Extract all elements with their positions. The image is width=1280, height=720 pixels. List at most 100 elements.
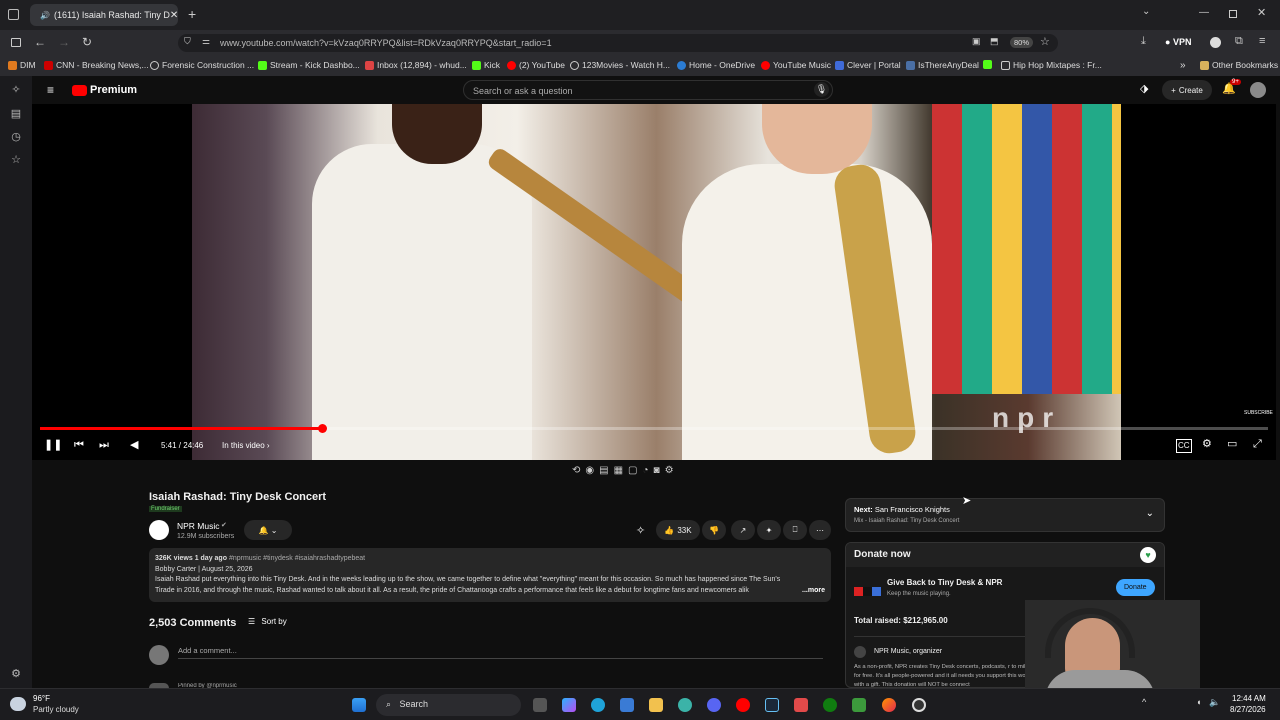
previous-icon[interactable]: ⏮	[74, 439, 84, 451]
donate-button[interactable]: Donate	[1116, 579, 1155, 596]
playlist-icon[interactable]: ▤	[599, 465, 608, 481]
chapter-button[interactable]: In this video ›	[222, 441, 270, 450]
theater-mode-icon[interactable]: ▭	[1227, 438, 1237, 450]
play-app-icon[interactable]	[852, 698, 866, 712]
bookmark-1[interactable]: CNN - Breaking News,...	[44, 60, 149, 70]
ai-icon[interactable]: ✧	[10, 84, 22, 96]
screenshot-icon[interactable]: ⬒	[990, 36, 999, 47]
bookmark-6[interactable]: (2) YouTube	[507, 60, 565, 70]
add-comment-input[interactable]: Add a comment...	[178, 646, 823, 659]
bookmark-5[interactable]: Kick	[472, 60, 500, 70]
progress-bar[interactable]	[40, 424, 1268, 433]
bookmark-8[interactable]: Home - OneDrive	[677, 60, 755, 70]
obs-icon[interactable]	[912, 698, 926, 712]
more-bookmarks-icon[interactable]: »	[1180, 60, 1186, 71]
settings-icon[interactable]: ⚙	[10, 668, 22, 680]
file-explorer-icon[interactable]	[649, 698, 663, 712]
speaker-tray-icon[interactable]: 🔈	[1209, 697, 1220, 708]
chevron-down-icon[interactable]: ⌄	[1146, 508, 1154, 519]
like-button[interactable]: 👍 33K	[656, 520, 700, 540]
clock-date[interactable]: 8/27/2026	[1230, 705, 1266, 714]
edge-icon[interactable]	[591, 698, 605, 712]
steam-icon[interactable]	[765, 698, 779, 712]
other-bookmarks[interactable]: Other Bookmarks	[1200, 60, 1278, 70]
temperature[interactable]: 96°F	[33, 694, 50, 703]
wifi-icon[interactable]: ◖	[1196, 697, 1201, 707]
speed-icon[interactable]: ◔	[642, 465, 648, 481]
network-app-icon[interactable]	[678, 698, 692, 712]
bookmark-4[interactable]: Inbox (12,894) - whud...	[365, 60, 467, 70]
search-input[interactable]: Search or ask a question ⌕	[463, 80, 833, 100]
maximize-icon[interactable]	[1229, 10, 1237, 18]
bookmark-9[interactable]: YouTube Music	[761, 60, 831, 70]
bookmark-3[interactable]: Stream - Kick Dashbo...	[258, 60, 360, 70]
video-player[interactable]: npr SUBSCRIBE ❚❚ ⏮ ⏭ ◀ 5:41 / 24:46 In t…	[32, 104, 1276, 460]
fullscreen-icon[interactable]: ⤢	[1253, 438, 1262, 450]
create-button[interactable]: + Create	[1162, 80, 1212, 100]
history-icon[interactable]: ◷	[10, 131, 22, 143]
sidebar-toggle-icon[interactable]	[11, 38, 21, 47]
loop-icon[interactable]: ⟲	[572, 465, 580, 481]
minimize-icon[interactable]: —	[1199, 7, 1209, 18]
voice-search-icon[interactable]: 🎙	[814, 82, 829, 97]
cinema-icon[interactable]: ▦	[614, 465, 623, 481]
tab-media-icon[interactable]: ▣	[972, 36, 981, 47]
media-app-icon[interactable]	[794, 698, 808, 712]
description-box[interactable]: 326K views 1 day ago #nprmusic #tinydesk…	[149, 548, 831, 602]
channel-avatar[interactable]	[149, 520, 169, 540]
ask-button[interactable]: ✦	[757, 520, 781, 540]
site-settings-icon[interactable]: ⚌	[202, 36, 210, 47]
video-frame[interactable]: npr	[192, 104, 1121, 460]
clock-time[interactable]: 12:44 AM	[1232, 694, 1266, 703]
volume-icon[interactable]: ◀	[130, 439, 138, 451]
bookmark-11[interactable]: IsThereAnyDeal	[906, 60, 979, 70]
channel-name[interactable]: NPR Music	[177, 521, 220, 531]
bookmarks-icon[interactable]: ☆	[10, 154, 22, 166]
youtube-app-icon[interactable]	[736, 698, 750, 712]
tab-menu-icon[interactable]	[8, 9, 19, 20]
dislike-button[interactable]: 👎	[702, 520, 726, 540]
vpn-button[interactable]: ● VPN	[1165, 37, 1191, 47]
hamburger-icon[interactable]: ≡	[47, 83, 54, 97]
tab-close-icon[interactable]: ✕	[170, 10, 178, 21]
tray-up-icon[interactable]: ^	[1142, 697, 1146, 707]
captions-icon[interactable]: CC	[1176, 439, 1192, 453]
back-icon[interactable]: ←	[34, 35, 46, 49]
downloads-icon[interactable]: ⤓	[1141, 35, 1146, 48]
bookmark-10[interactable]: Clever | Portal	[835, 60, 901, 70]
close-window-icon[interactable]: ✕	[1257, 6, 1266, 19]
save-button[interactable]: ⎕	[783, 520, 807, 540]
reload-icon[interactable]: ↻	[82, 35, 92, 49]
copilot-icon[interactable]	[562, 698, 576, 712]
show-more-button[interactable]: ...more	[798, 585, 825, 596]
zoom-badge[interactable]: 80%	[1010, 37, 1034, 48]
fundraiser-badge[interactable]: Fundraiser	[149, 506, 182, 512]
extensions-icon[interactable]: ⧉	[1235, 35, 1243, 48]
subscribe-watermark[interactable]: SUBSCRIBE	[1244, 410, 1273, 416]
forward-icon[interactable]: →	[58, 35, 70, 49]
menu-icon[interactable]: ≡	[1259, 35, 1265, 47]
bookmark-7[interactable]: 123Movies - Watch H...	[570, 60, 670, 70]
url-text[interactable]: www.youtube.com/watch?v=kVzaq0RRYPQ&list…	[220, 38, 552, 48]
task-view-icon[interactable]	[533, 698, 547, 712]
cast-icon[interactable]: ⬗	[1140, 82, 1148, 95]
hashtags[interactable]: #nprmusic #tinydesk #isaiahrashadtypebea…	[229, 555, 365, 562]
window-icon[interactable]: ▢	[628, 465, 637, 481]
bookmark-star-icon[interactable]: ☆	[1040, 35, 1050, 48]
reading-list-icon[interactable]: ▤	[10, 108, 22, 120]
bookmark-2[interactable]: Forensic Construction ...	[150, 60, 254, 70]
avatar[interactable]	[1250, 82, 1266, 98]
pause-icon[interactable]: ❚❚	[44, 439, 62, 451]
tab-youtube[interactable]: 🔊 (1611) Isaiah Rashad: Tiny D ✕	[30, 4, 178, 26]
discord-icon[interactable]	[707, 698, 721, 712]
tab-list-icon[interactable]: ⌄	[1142, 6, 1150, 17]
bookmark-0[interactable]: DIM	[8, 60, 36, 70]
audio-icon[interactable]: ◉	[585, 465, 594, 481]
next-icon[interactable]: ⏭	[99, 439, 109, 451]
weather-icon[interactable]	[10, 697, 26, 711]
more-actions-button[interactable]: ⋯	[809, 520, 831, 540]
sort-button[interactable]: ☰ Sort by	[248, 617, 287, 626]
wallet-icon[interactable]	[1210, 37, 1221, 48]
up-next-box[interactable]: Next: San Francisco Knights Mix - Isaiah…	[845, 498, 1165, 532]
bookmark-12[interactable]	[983, 60, 992, 69]
